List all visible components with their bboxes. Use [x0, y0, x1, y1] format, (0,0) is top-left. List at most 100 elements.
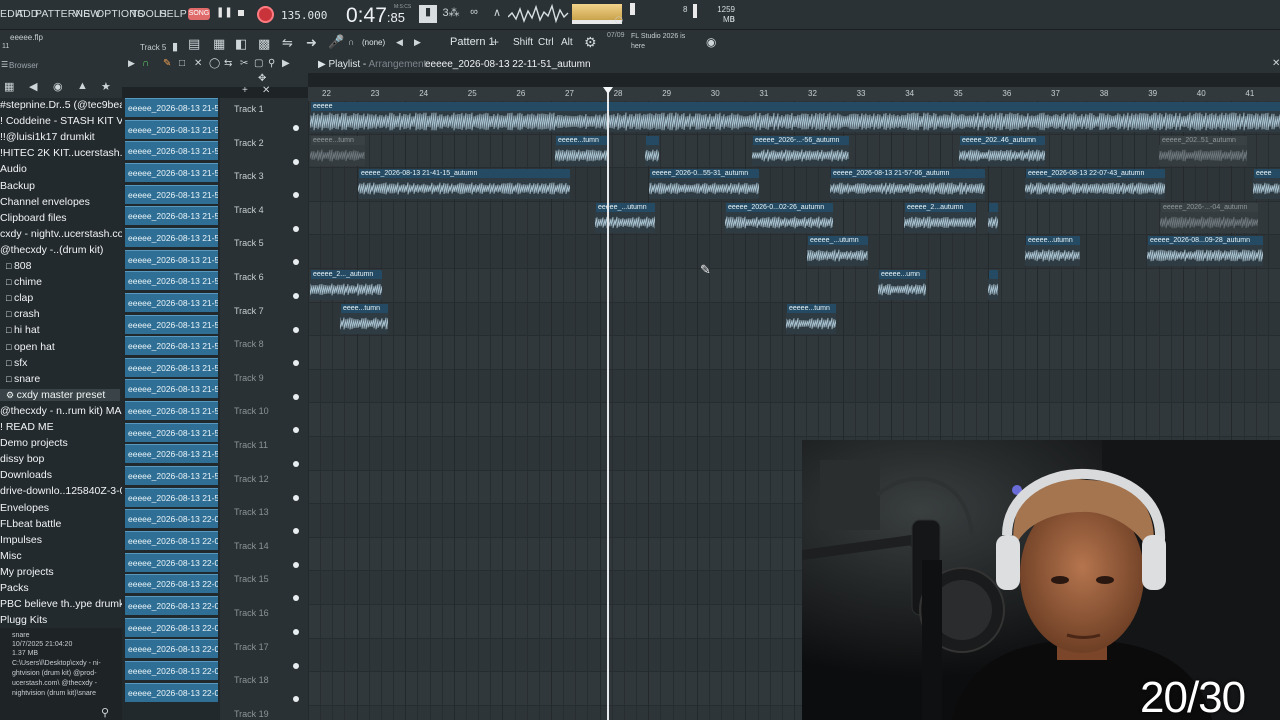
record-button[interactable] — [257, 6, 274, 23]
audio-clip[interactable]: eeeee_2...autumn — [904, 202, 976, 233]
browser-item[interactable]: @thecxdy - n..rum kit) MAC — [0, 405, 122, 417]
add-pattern-icon[interactable]: + — [492, 35, 499, 49]
browser-item[interactable]: □ clap — [0, 292, 33, 304]
browser-item[interactable]: Misc — [0, 550, 22, 562]
audio-clip[interactable]: eeeee_2026-08-13 21-41-15_autumn — [358, 169, 570, 200]
audio-clip[interactable]: eeeee...umn — [878, 270, 926, 300]
channel-rack-icon[interactable]: ◧ — [235, 36, 247, 52]
move-icon[interactable]: ✥ — [258, 73, 266, 84]
timeline-ruler[interactable]: 22 23 24 25 26 27 28 29 30 31 32 33 34 35 36 37 38 39 40 41 — [308, 87, 1280, 101]
track-name[interactable]: Track 10 — [234, 406, 269, 416]
audio-clip[interactable]: eeeee...tumn — [555, 135, 607, 166]
audio-clip[interactable]: eeeee_2026-0...55-31_autumn — [649, 169, 759, 200]
browser-search-icon[interactable]: ⚲ — [101, 706, 109, 719]
audio-clip[interactable]: eeee — [1253, 169, 1280, 200]
track-mute-led[interactable] — [293, 158, 299, 165]
slip-tool-icon[interactable]: ⇆ — [224, 58, 232, 69]
track-mute-led[interactable] — [293, 360, 299, 367]
audio-clip[interactable]: eeeee...tumn — [786, 303, 836, 334]
audio-clip[interactable]: eeeee_202..51_autumn — [1159, 135, 1247, 166]
audio-clip[interactable] — [988, 270, 998, 300]
clip-source-item[interactable]: eeeee_2026-08-13 22-0... — [125, 531, 218, 550]
remove-track-icon[interactable]: ✕ — [262, 85, 270, 96]
song-mode-toggle[interactable]: SONG — [188, 8, 210, 20]
audio-clip[interactable] — [988, 202, 998, 233]
clip-source-item[interactable]: eeeee_2026-08-13 22-0... — [125, 509, 218, 529]
microphone-icon[interactable]: 🎤 — [328, 34, 344, 50]
piano-roll-icon[interactable]: ▦ — [213, 36, 225, 52]
playlist-icon[interactable]: ▤ — [188, 36, 200, 52]
browser-item[interactable]: Audio — [0, 163, 27, 175]
audio-clip[interactable]: eeeee_202..46_autumn — [959, 135, 1045, 166]
browser-item[interactable]: Plugg Kits — [0, 614, 47, 626]
audio-clip[interactable] — [645, 135, 659, 166]
clip-source-item[interactable]: eeeee_2026-08-13 21-5... — [125, 119, 218, 139]
clip-source-item[interactable]: eeeee_2026-08-13 21-5... — [125, 271, 218, 291]
shift-key[interactable]: Shift — [513, 37, 533, 48]
audio-clip[interactable]: eeeee_2026-08...09-28_autumn — [1147, 236, 1263, 267]
mixer-icon[interactable]: ▩ — [258, 36, 270, 52]
online-icon[interactable]: ◉ — [706, 35, 716, 49]
add-track-icon[interactable]: + — [242, 85, 248, 96]
track-mute-led[interactable] — [293, 528, 299, 535]
clip-source-item[interactable]: eeeee_2026-08-13 21-5... — [125, 141, 218, 161]
track-name[interactable]: Track 13 — [234, 507, 269, 517]
clip-source-item[interactable]: eeeee_2026-08-13 22-0... — [125, 574, 218, 594]
loop-record-icon[interactable]: ∞ — [465, 6, 483, 22]
lock-icon[interactable]: ▮ — [172, 40, 178, 53]
track-name[interactable]: Track 5 — [234, 238, 264, 248]
clip-source-item[interactable]: eeeee_2026-08-13 22-0... — [125, 660, 218, 680]
playlist-menu-arrow-icon[interactable]: ▶ — [128, 58, 135, 69]
clip-source-item[interactable]: eeeee_2026-08-13 22-0... — [125, 639, 218, 659]
mute-tool-icon[interactable]: ◯ — [209, 58, 220, 69]
clip-source-item[interactable]: eeeee_2026-08-13 21-5... — [125, 401, 218, 421]
audio-clip[interactable]: eeeee...tumn — [310, 135, 365, 166]
browser-item[interactable]: ! Coddeine - STASH KIT V2 I — [0, 115, 122, 127]
browser-item[interactable]: Packs — [0, 582, 29, 594]
track-name[interactable]: Track 3 — [234, 171, 264, 181]
browser-item[interactable]: cxdy - nightv..ucerstash.com — [0, 228, 122, 240]
track-mute-led[interactable] — [293, 662, 299, 669]
clip-source-item[interactable]: eeeee_2026-08-13 21-5... — [125, 184, 218, 204]
pause-button[interactable]: ❚❚ — [216, 7, 233, 18]
browser-item[interactable]: Demo projects — [0, 437, 68, 449]
browser-item[interactable]: FLbeat battle — [0, 518, 61, 530]
track-mute-led[interactable] — [293, 393, 299, 400]
track-mute-led[interactable] — [293, 595, 299, 602]
track-name[interactable]: Track 14 — [234, 541, 269, 551]
playhead-marker[interactable] — [603, 87, 613, 94]
countdown-icon[interactable]: 3⁂ — [442, 6, 460, 22]
audio-clip[interactable]: eeeee_2026-08-13 21-57-06_autumn — [830, 169, 985, 200]
alt-key[interactable]: Alt — [561, 37, 573, 48]
clip-source-item[interactable]: eeeee_2026-08-13 21-5... — [125, 422, 218, 442]
clip-source-item[interactable]: eeeee_2026-08-13 21-5... — [125, 487, 218, 507]
browser-item[interactable]: dissy bop — [0, 453, 44, 465]
track-name[interactable]: Track 19 — [234, 709, 269, 719]
browser-item[interactable]: □ 808 — [0, 260, 31, 272]
clip-source-item[interactable]: eeeee_2026-08-13 22-0... — [125, 595, 218, 615]
clip-source-item[interactable]: eeeee_2026-08-13 21-5... — [125, 357, 218, 377]
track-name[interactable]: Track 17 — [234, 642, 269, 652]
audio-clip[interactable]: eeeee...utumn — [1025, 236, 1080, 267]
track-name[interactable]: Track 15 — [234, 574, 269, 584]
track-mute-led[interactable] — [293, 629, 299, 635]
pitch-knob-icon[interactable]: ◯ — [615, 16, 623, 24]
track-name[interactable]: Track 18 — [234, 675, 269, 685]
track-mute-led[interactable] — [293, 461, 299, 467]
magnet-icon[interactable]: ∩ — [142, 58, 149, 69]
browser-item[interactable]: #stepnine.Dr..5 (@tec9beat) — [0, 99, 122, 111]
browser-item[interactable]: □ hi hat — [0, 324, 40, 336]
browser-item[interactable]: drive-downlo..125840Z-3-001 — [0, 485, 122, 497]
clip-source-item[interactable]: eeeee_2026-08-13 21-5... — [125, 162, 218, 182]
track-mute-led[interactable] — [293, 427, 299, 434]
browser-file-icon[interactable]: ▦ — [4, 80, 14, 93]
draw-tool-icon[interactable]: ✎ — [163, 58, 171, 69]
track-name[interactable]: Track 7 — [234, 306, 264, 316]
audio-clip[interactable]: eeeee_2026-0...02-26_autumn — [725, 202, 833, 233]
clip-source-item[interactable]: eeeee_2026-08-13 21-5... — [125, 379, 218, 399]
slice-tool-icon[interactable]: ✂ — [240, 58, 248, 69]
plugin-picker-icon[interactable]: ⇋ — [282, 35, 293, 51]
browser-item[interactable]: Channel envelopes — [0, 196, 90, 208]
master-volume-slider[interactable] — [630, 3, 635, 15]
track-name[interactable]: Track 6 — [234, 272, 264, 282]
